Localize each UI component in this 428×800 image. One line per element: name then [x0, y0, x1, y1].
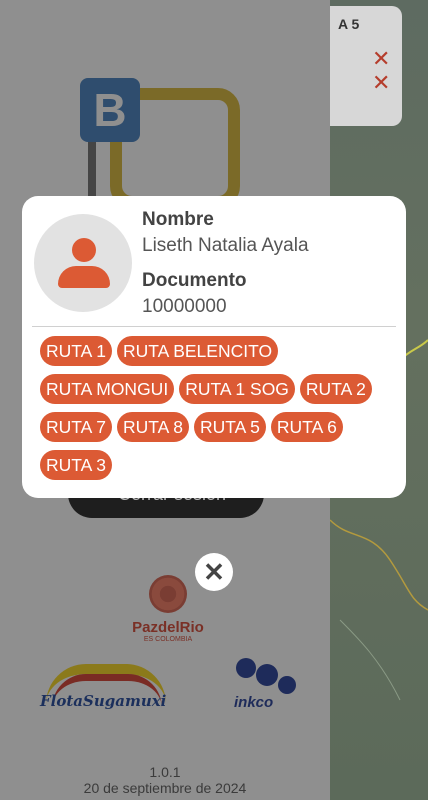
pazdelrio-sub: ES COLOMBIA [143, 636, 193, 643]
flota-sugamuxi-name: FlotaSugamuxi [40, 692, 167, 710]
route-list-card: A 5 ✕ ✕ [330, 6, 402, 126]
document-value: 10000000 [142, 296, 227, 317]
route-chip: RUTA 7 [40, 412, 112, 442]
route-chip: RUTA 2 [299, 374, 372, 404]
remove-route-icon[interactable]: ✕ [372, 48, 390, 70]
route-chips: RUTA 1 RUTA BELENCITO RUTA MONGUI RUTA 1… [40, 336, 400, 480]
release-date: 20 de septiembre de 2024 [83, 780, 247, 796]
pazdelrio-mark [149, 575, 187, 613]
user-icon [72, 238, 96, 262]
route-chip: RUTA 8 [116, 412, 189, 442]
app-version: 1.0.1 20 de septiembre de 2024 [0, 764, 330, 796]
route-chip: RUTA 5 [193, 412, 266, 442]
bus-stop-sign-icon: B [80, 78, 140, 142]
route-card-label: A 5 [338, 16, 360, 32]
avatar [34, 214, 132, 312]
route-chip: RUTA 1 SOG [179, 374, 295, 404]
inkco-logo: inkco [230, 656, 300, 716]
route-chip: RUTA BELENCITO [116, 336, 279, 366]
route-chip: RUTA 3 [40, 450, 112, 480]
document-label: Documento [142, 270, 247, 291]
profile-card: Nombre Liseth Natalia Ayala Documento 10… [22, 196, 406, 498]
route-chip: RUTA 6 [270, 412, 343, 442]
inkco-name: inkco [234, 694, 274, 711]
name-value: Liseth Natalia Ayala [142, 235, 309, 256]
close-icon[interactable]: ✕ [195, 553, 233, 591]
flota-sugamuxi-logo: FlotaSugamuxi [38, 662, 166, 722]
remove-route-icon[interactable]: ✕ [372, 72, 390, 94]
divider [32, 326, 396, 327]
route-chip: RUTA MONGUI [40, 374, 175, 404]
version-number: 1.0.1 [149, 764, 181, 780]
route-chip: RUTA 1 [40, 336, 112, 366]
pazdelrio-name: PazdelRio [132, 619, 204, 636]
name-label: Nombre [142, 209, 214, 230]
